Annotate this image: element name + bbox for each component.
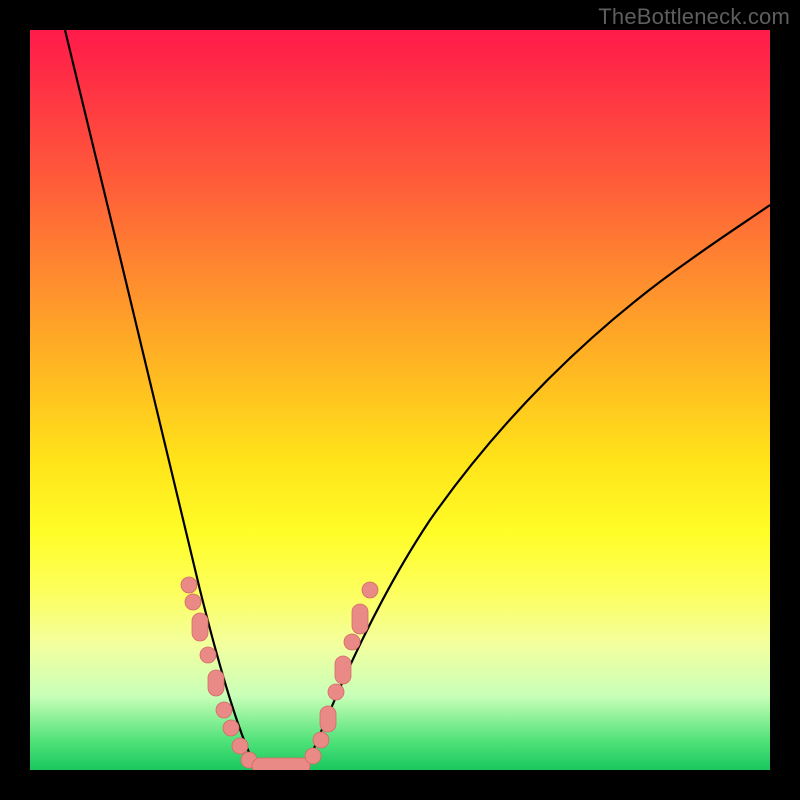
- plot-area: [30, 30, 770, 770]
- curve-left: [65, 30, 258, 770]
- marker-dot: [185, 594, 201, 610]
- curve-right: [305, 205, 770, 770]
- marker-dot: [200, 647, 216, 663]
- marker-dot: [232, 738, 248, 754]
- watermark-text: TheBottleneck.com: [598, 4, 790, 30]
- marker-dot: [313, 732, 329, 748]
- marker-pill: [192, 613, 208, 641]
- chart-frame: TheBottleneck.com: [0, 0, 800, 800]
- marker-dot: [305, 748, 321, 764]
- marker-pill: [208, 670, 224, 696]
- marker-dot: [344, 634, 360, 650]
- marker-dot: [181, 577, 197, 593]
- marker-dot: [223, 720, 239, 736]
- marker-pill: [335, 656, 351, 684]
- curve-layer: [30, 30, 770, 770]
- marker-dot: [216, 702, 232, 718]
- marker-dot: [362, 582, 378, 598]
- marker-pill: [320, 706, 336, 732]
- marker-valley-pill: [252, 758, 310, 770]
- marker-dot: [328, 684, 344, 700]
- marker-pill: [352, 604, 368, 634]
